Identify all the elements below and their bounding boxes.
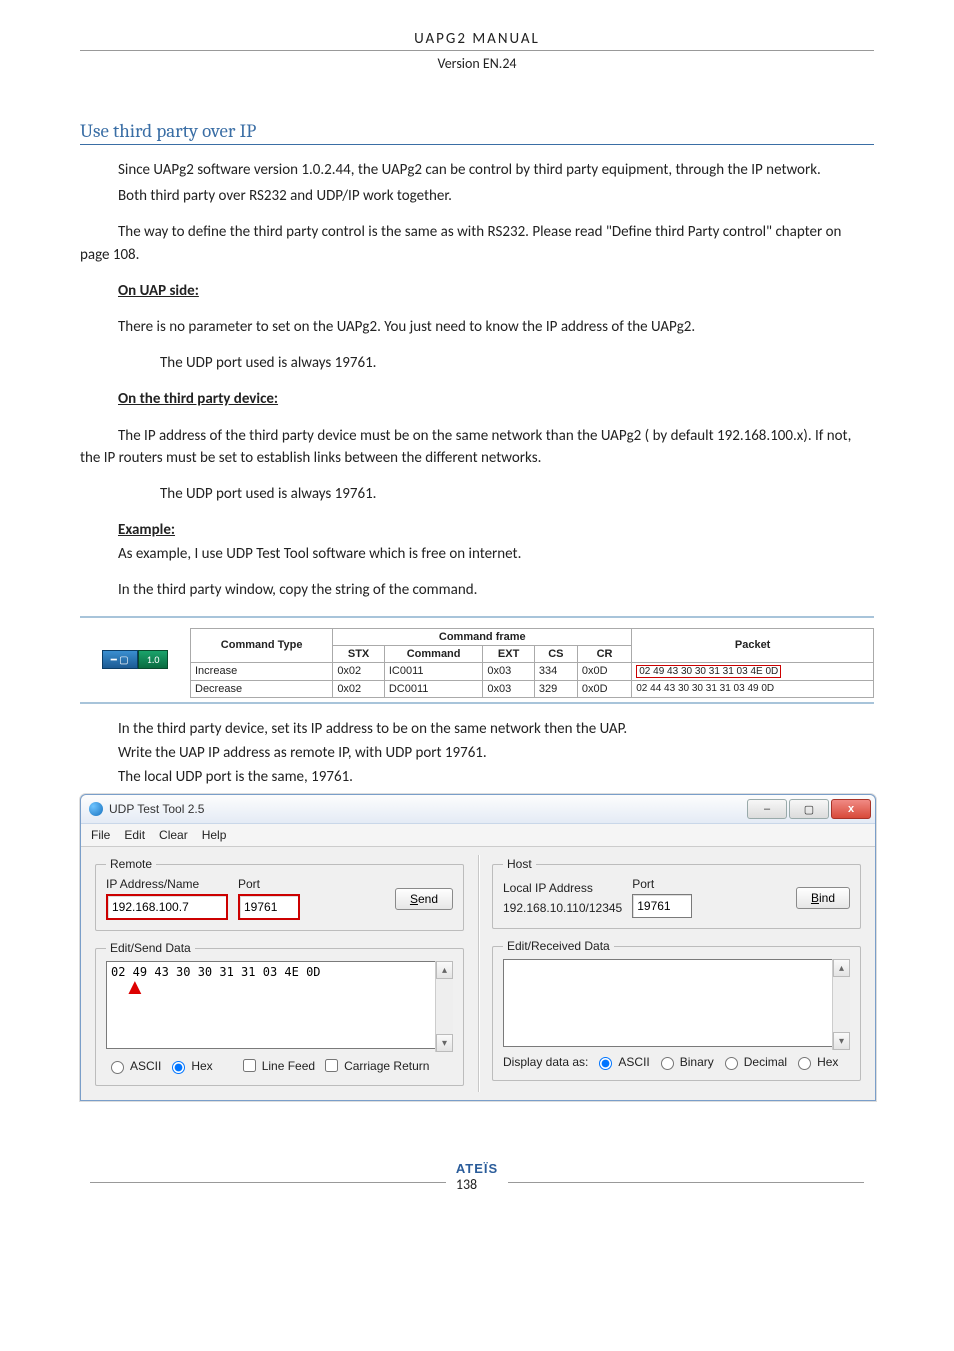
cell-ext: 0x03 (483, 680, 535, 697)
menu-file[interactable]: File (91, 828, 110, 842)
send-button[interactable]: Send (395, 888, 453, 910)
cell-packet: 02 49 43 30 30 31 31 03 4E 0D (632, 662, 874, 680)
table-row: Decrease 0x02 DC0011 0x03 329 0x0D 02 44… (191, 680, 874, 697)
menu-clear[interactable]: Clear (159, 828, 188, 842)
doc-title: UAPG2 MANUAL (80, 30, 874, 48)
body-p8: As example, I use UDP Test Tool software… (80, 543, 874, 565)
send-data-group: Edit/Send Data ▴▾ ▲ ASCII Hex Line Feed … (95, 941, 464, 1086)
cell-cs: 334 (534, 662, 577, 680)
host-group: Host Local IP Address 192.168.10.110/123… (492, 857, 861, 929)
body-p12: The local UDP port is the same, 19761. (80, 766, 874, 788)
th-command: Command (384, 645, 483, 662)
body-p9: In the third party window, copy the stri… (80, 579, 874, 601)
app-icon (89, 802, 103, 816)
host-ip-label: Local IP Address (503, 881, 622, 895)
cell-cmd: IC0011 (384, 662, 483, 680)
maximize-button[interactable]: ▢ (789, 799, 829, 819)
menu-edit[interactable]: Edit (124, 828, 145, 842)
received-data-group: Edit/Received Data ▴▾ Display data as: A… (492, 939, 861, 1081)
display-as-label: Display data as: (503, 1055, 588, 1069)
body-p3: The way to define the third party contro… (80, 221, 874, 265)
cell-packet: 02 44 43 30 30 31 31 03 49 0D (632, 680, 874, 697)
scrollbar[interactable]: ▴▾ (435, 961, 453, 1052)
command-table: Command Type Command frame Packet STX Co… (190, 628, 874, 698)
radio-hex[interactable]: Hex (167, 1058, 212, 1074)
check-carriage-return[interactable]: Carriage Return (321, 1056, 429, 1075)
cell-cr: 0x0D (577, 662, 631, 680)
scrollbar[interactable]: ▴▾ (832, 959, 850, 1050)
host-port-input[interactable] (632, 894, 692, 918)
minimize-button[interactable]: – (747, 799, 787, 819)
th-command-frame: Command frame (333, 628, 632, 645)
body-p4: There is no parameter to set on the UAPg… (80, 316, 874, 338)
check-linefeed[interactable]: Line Feed (239, 1056, 315, 1075)
body-p1: Since UAPg2 software version 1.0.2.44, t… (80, 159, 874, 181)
cell-ext: 0x03 (483, 662, 535, 680)
sub-heading-example: Example: (118, 521, 175, 539)
body-p10: In the third party device, set its IP ad… (80, 718, 874, 740)
received-data-legend: Edit/Received Data (503, 939, 614, 953)
window-titlebar[interactable]: UDP Test Tool 2.5 – ▢ x (81, 795, 875, 824)
section-heading: Use third party over IP (80, 120, 874, 145)
radio-disp-hex[interactable]: Hex (793, 1054, 838, 1070)
page-footer: ATEÏS 138 (80, 1161, 874, 1193)
host-legend: Host (503, 857, 536, 871)
doc-version: Version EN.24 (80, 50, 874, 72)
cell-stx: 0x02 (333, 662, 385, 680)
remote-ip-input[interactable] (106, 894, 228, 920)
radio-disp-ascii[interactable]: ASCII (594, 1054, 649, 1070)
cell-type: Increase (191, 662, 333, 680)
bind-button[interactable]: Bind (796, 887, 850, 909)
page-number: 138 (456, 1176, 498, 1193)
body-p5: The UDP port used is always 19761. (80, 352, 874, 374)
remote-port-label: Port (238, 877, 300, 891)
radio-disp-binary[interactable]: Binary (656, 1054, 714, 1070)
cell-cr: 0x0D (577, 680, 631, 697)
body-p11: Write the UAP IP address as remote IP, w… (80, 742, 874, 764)
device-chip: ━ ▢ 1.0 (102, 650, 169, 669)
host-port-label: Port (632, 877, 692, 891)
cell-cmd: DC0011 (384, 680, 483, 697)
radio-disp-decimal[interactable]: Decimal (720, 1054, 787, 1070)
command-table-block: ━ ▢ 1.0 Command Type Command frame Packe… (80, 616, 874, 704)
send-data-legend: Edit/Send Data (106, 941, 195, 955)
remote-group: Remote IP Address/Name Port Send (95, 857, 464, 931)
cell-cs: 329 (534, 680, 577, 697)
cell-stx: 0x02 (333, 680, 385, 697)
remote-ip-label: IP Address/Name (106, 877, 228, 891)
window-title: UDP Test Tool 2.5 (109, 802, 747, 816)
received-data-textarea[interactable] (503, 959, 850, 1047)
menu-bar: File Edit Clear Help (81, 824, 875, 847)
th-ext: EXT (483, 645, 535, 662)
menu-help[interactable]: Help (202, 828, 227, 842)
sub-heading-third-party: On the third party device: (118, 390, 278, 408)
udp-test-tool-window: UDP Test Tool 2.5 – ▢ x File Edit Clear … (80, 794, 876, 1101)
th-stx: STX (333, 645, 385, 662)
th-command-type: Command Type (191, 628, 333, 662)
radio-ascii[interactable]: ASCII (106, 1058, 161, 1074)
th-cs: CS (534, 645, 577, 662)
body-p7: The UDP port used is always 19761. (80, 483, 874, 505)
sub-heading-uap: On UAP side: (118, 282, 199, 300)
cell-type: Decrease (191, 680, 333, 697)
body-p6: The IP address of the third party device… (80, 425, 874, 469)
th-cr: CR (577, 645, 631, 662)
host-ip-value: 192.168.10.110/12345 (503, 898, 622, 915)
table-row: Increase 0x02 IC0011 0x03 334 0x0D 02 49… (191, 662, 874, 680)
body-p2: Both third party over RS232 and UDP/IP w… (80, 185, 874, 207)
send-data-textarea[interactable] (106, 961, 453, 1049)
th-packet: Packet (632, 628, 874, 662)
brand-logo: ATEÏS (456, 1161, 498, 1176)
remote-port-input[interactable] (238, 894, 300, 920)
remote-legend: Remote (106, 857, 156, 871)
close-button[interactable]: x (831, 799, 871, 819)
